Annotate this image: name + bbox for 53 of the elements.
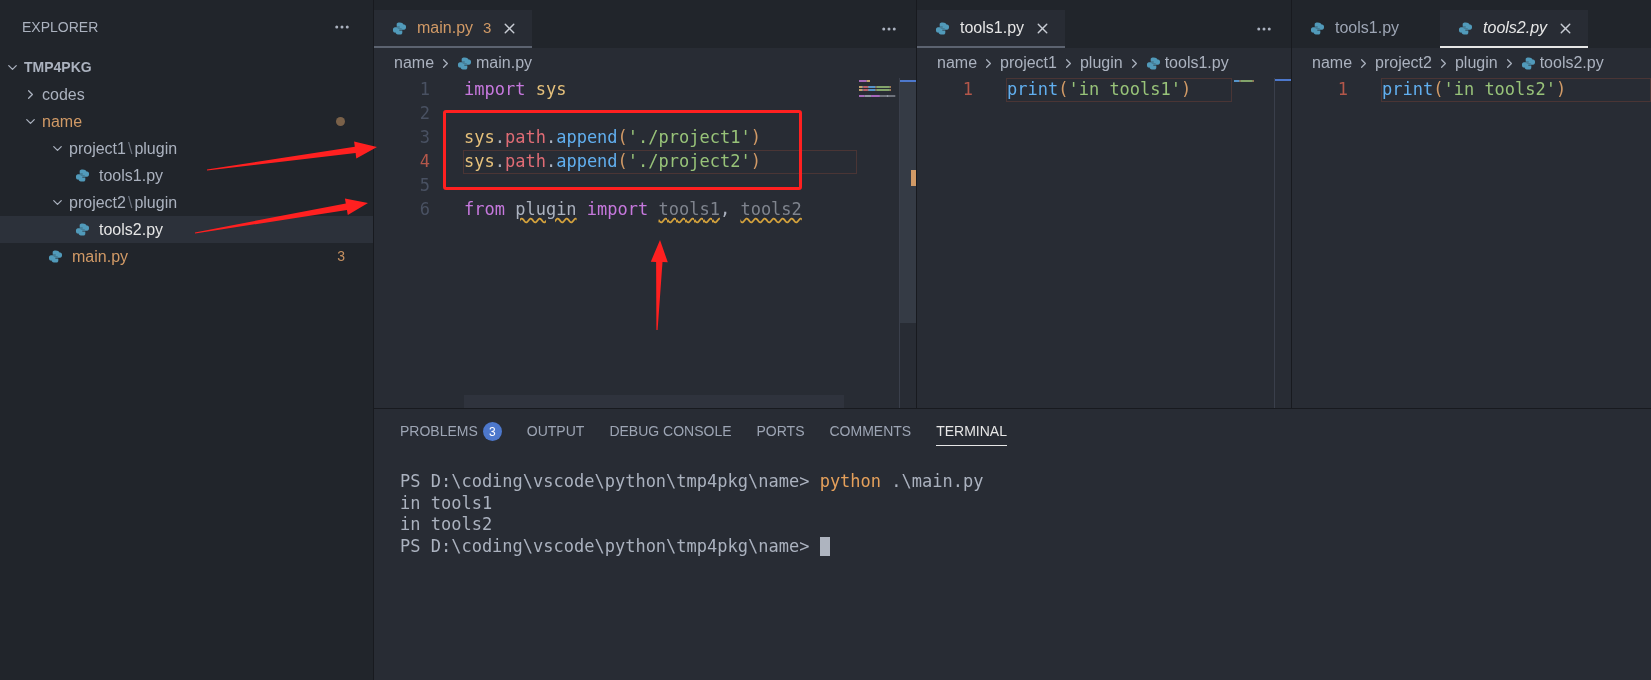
panel-tab[interactable]: OUTPUT [526, 418, 585, 446]
breadcrumb-item[interactable]: main.py [476, 51, 533, 75]
python-icon [48, 249, 63, 264]
panel-tab[interactable]: DEBUG CONSOLE [609, 418, 732, 446]
breadcrumb-item[interactable]: project1 [1000, 51, 1057, 75]
editor-tab[interactable]: main.py 3 [374, 10, 533, 48]
problem-count-badge: 3 [482, 422, 502, 441]
folder-item[interactable]: name [0, 108, 373, 135]
sidebar-title: EXPLORER [22, 17, 99, 37]
breadcrumb-item[interactable]: tools1.py [1164, 51, 1229, 75]
line-number: 1 [1336, 78, 1348, 102]
python-icon [935, 20, 950, 36]
breadcrumb-item[interactable]: plugin [1454, 51, 1498, 75]
horizontal-scrollbar[interactable] [464, 395, 844, 408]
editor-tab[interactable]: tools1.py [917, 10, 1066, 48]
breadcrumb-item[interactable]: name [937, 51, 978, 75]
python-icon [1310, 20, 1325, 36]
line-number: 1 [961, 78, 973, 102]
terminal-line: in tools2 [400, 514, 493, 536]
panel-tab[interactable]: PORTS [756, 418, 805, 446]
breadcrumb-item[interactable]: project2 [1375, 51, 1432, 75]
panel-tab[interactable]: PROBLEMS 3 [400, 418, 502, 446]
terminal-line: PS D:\coding\vscode\python\tmp4pkg\name> python .\main.py [400, 471, 984, 493]
panel-tab[interactable]: COMMENTS [829, 418, 912, 446]
python-icon [75, 222, 90, 237]
breadcrumb-item[interactable]: plugin [1079, 51, 1123, 75]
vertical-scrollbar[interactable] [899, 78, 916, 408]
python-icon [75, 168, 90, 183]
breadcrumb-item[interactable]: tools2.py [1539, 51, 1604, 75]
vertical-scrollbar[interactable] [1274, 78, 1291, 408]
code-line: import sys [463, 78, 568, 102]
breadcrumb-item[interactable]: name [394, 51, 435, 75]
python-icon [1458, 20, 1474, 36]
python-icon [1520, 55, 1536, 71]
terminal-line: PS D:\coding\vscode\python\tmp4pkg\name> [400, 535, 811, 557]
file-item[interactable]: tools1.py [0, 162, 373, 189]
terminal-line: in tools1 [400, 492, 493, 514]
file-item[interactable]: tools2.py [0, 216, 373, 243]
python-icon [392, 20, 407, 36]
problem-count: 3 [337, 247, 345, 266]
python-icon [457, 55, 473, 71]
line-number: 4 [418, 150, 430, 174]
panel-tab[interactable]: TERMINAL [936, 418, 1007, 446]
breadcrumb-item[interactable]: name [1312, 51, 1353, 75]
editor-tab[interactable]: tools2.py [1440, 10, 1589, 48]
code-line: from plugin import tools1, tools2 [463, 198, 803, 222]
python-icon [1145, 55, 1161, 71]
code-line: sys.path.append('./project1') [463, 126, 762, 150]
file-item[interactable]: main.py 3 [0, 243, 373, 270]
folder-item[interactable]: project2\plugin [0, 189, 373, 216]
workspace-header[interactable]: TMP4PKG [0, 54, 373, 81]
folder-item[interactable]: project1\plugin [0, 135, 373, 162]
folder-item[interactable]: codes [0, 81, 373, 108]
